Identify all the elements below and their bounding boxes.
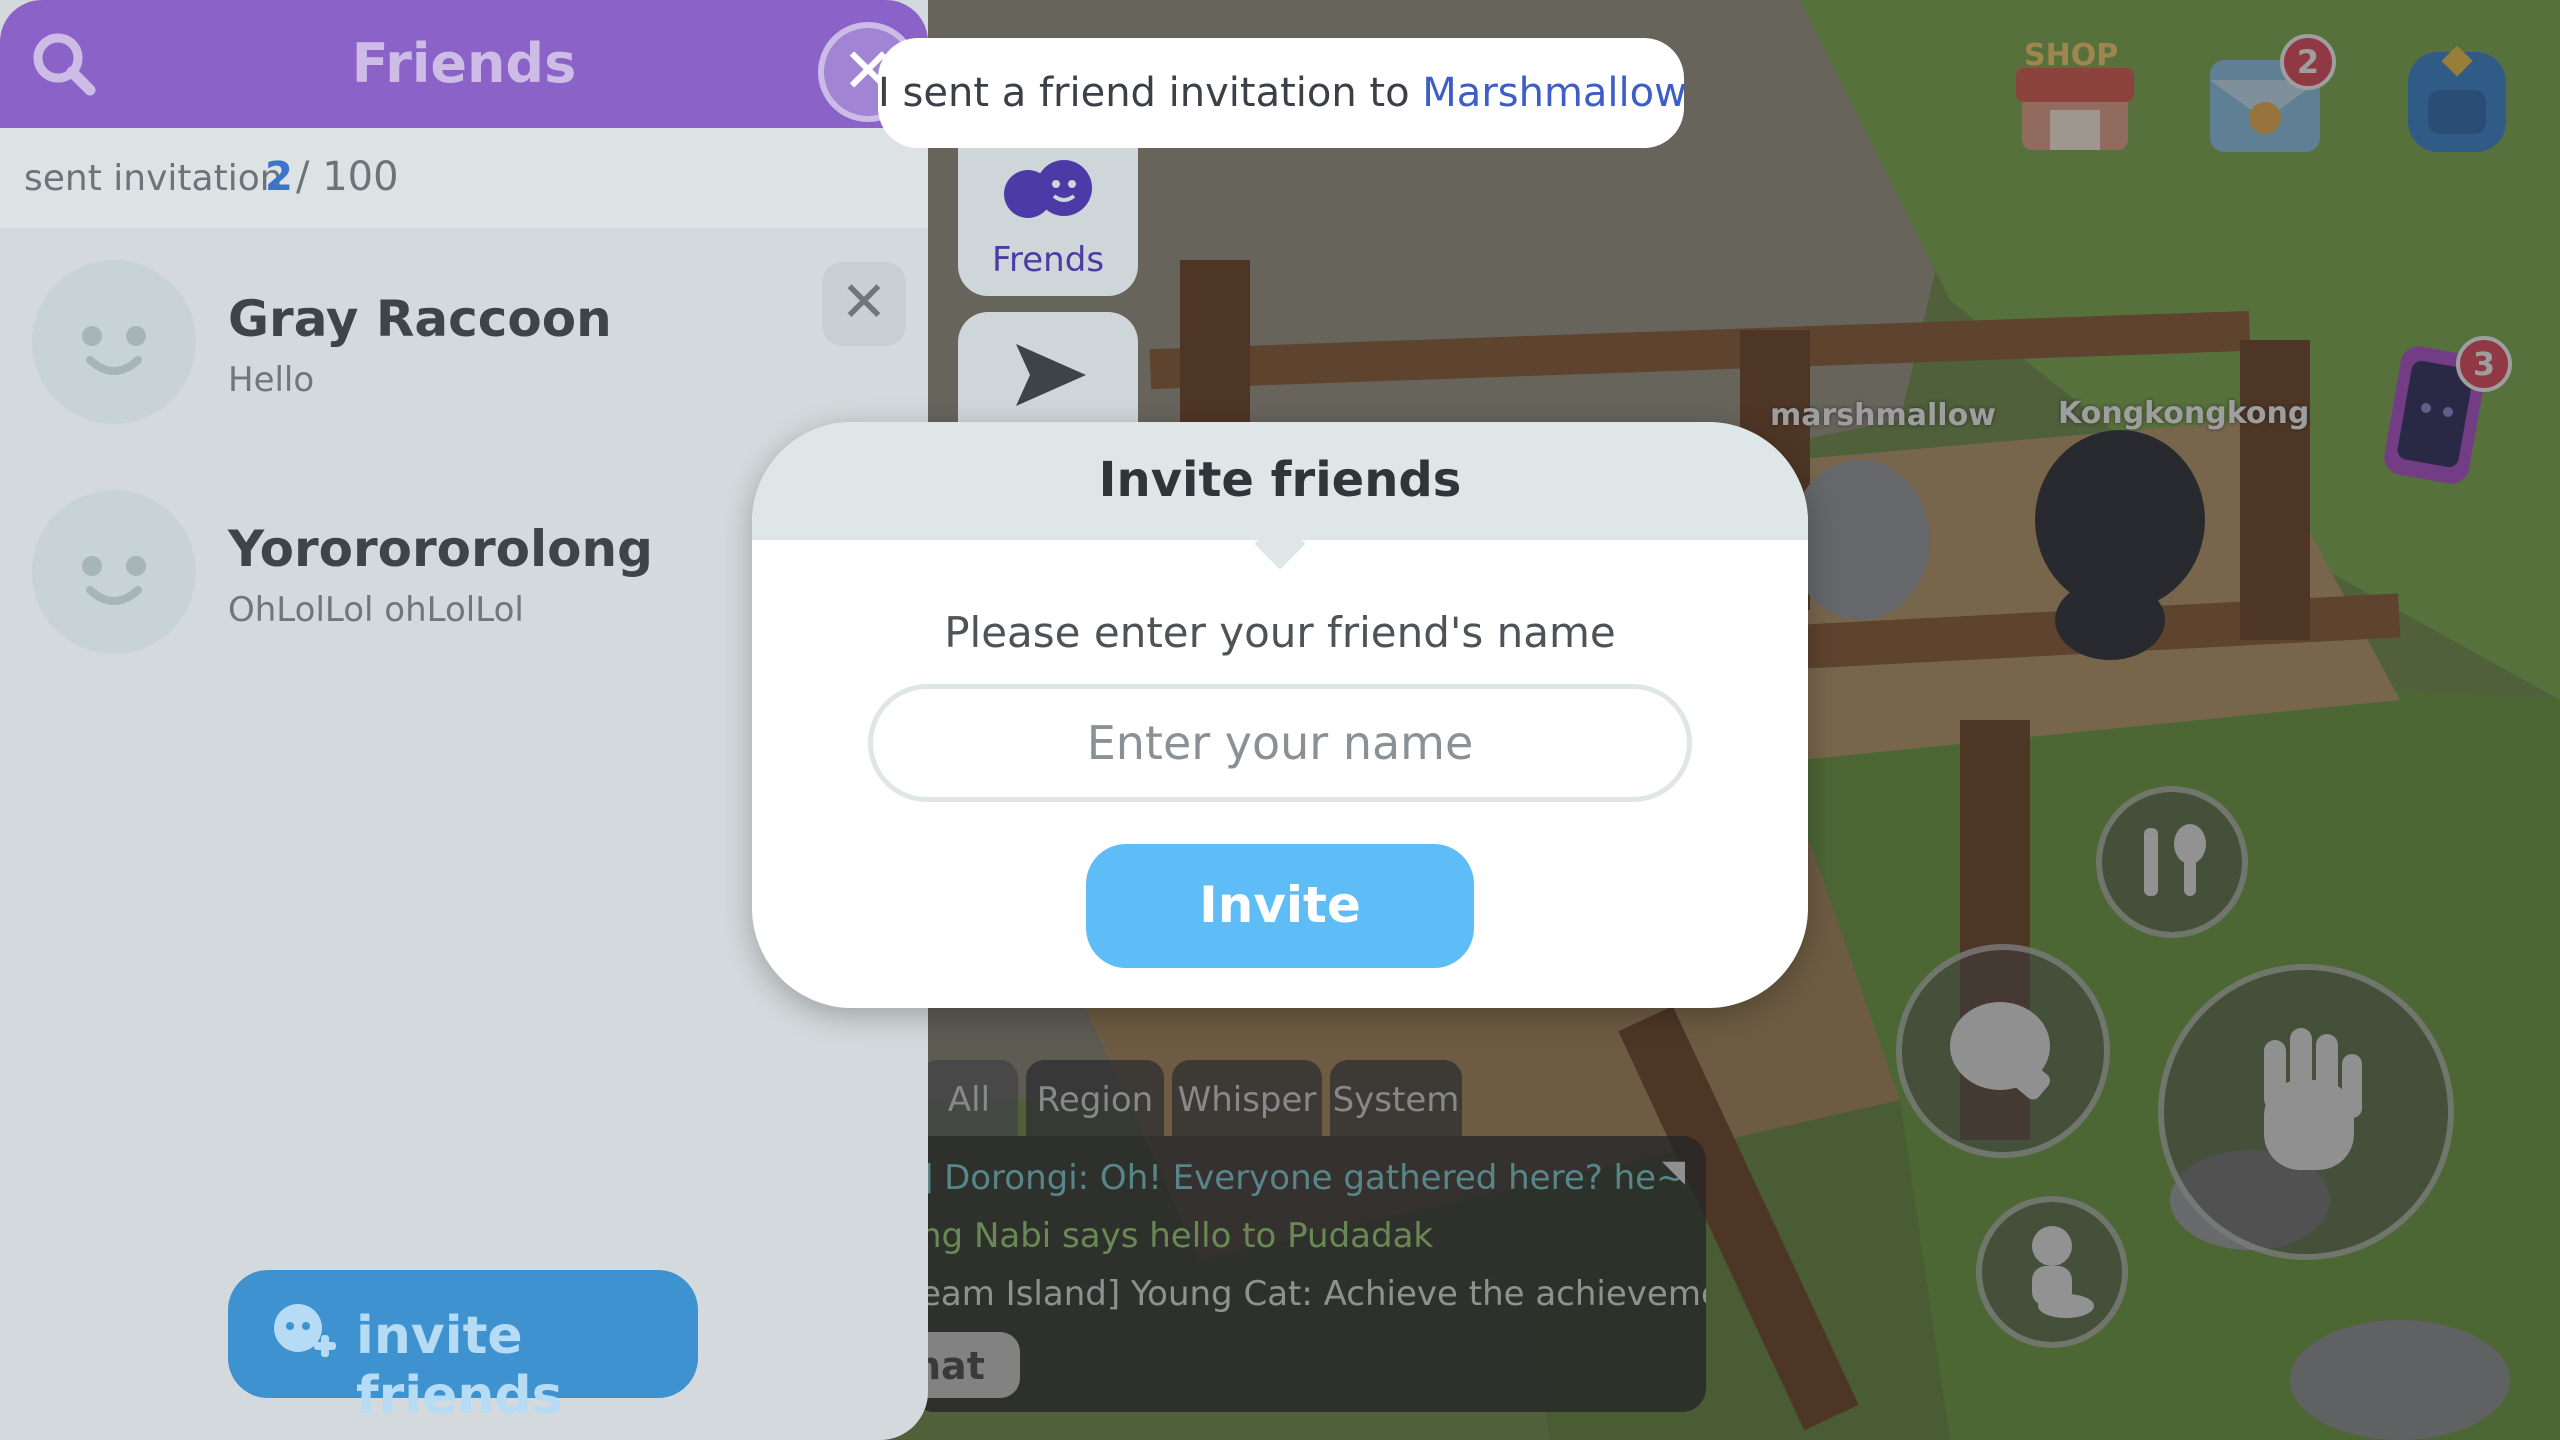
invite-count-label: sent invitation xyxy=(24,158,283,199)
tab-friends-label: Frends xyxy=(991,240,1105,280)
smiley-avatar-icon xyxy=(82,556,146,605)
friend-name: Yororororolong xyxy=(228,520,653,578)
invite-friends-button[interactable]: invite friends xyxy=(228,1270,698,1426)
toast-message: I sent a friend invitation to Marshmallo… xyxy=(878,70,1687,116)
invite-button[interactable]: Invite xyxy=(1086,844,1474,968)
smiley-avatar-icon xyxy=(82,326,146,375)
invite-button-label: Invite xyxy=(1199,876,1361,934)
friend-status: OhLolLol ohLolLol xyxy=(228,590,524,630)
friends-icon xyxy=(1004,160,1092,218)
dialog-title: Invite friends xyxy=(1098,452,1462,508)
remove-friend-button[interactable]: ✕ xyxy=(822,262,906,346)
invite-count-total: / 100 xyxy=(296,154,399,200)
tab-friends[interactable]: Frends xyxy=(958,140,1138,296)
invite-count-row: sent invitation 2 / 100 xyxy=(0,128,928,228)
friend-name-input[interactable] xyxy=(868,684,1692,802)
toast-target-name: Marshmallow xyxy=(1422,70,1687,116)
dialog-prompt: Please enter your friend's name xyxy=(944,608,1616,657)
invite-friends-dialog: Invite friends Please enter your friend'… xyxy=(752,422,1808,1008)
friend-name: Gray Raccoon xyxy=(228,290,612,348)
send-icon xyxy=(1016,344,1086,406)
friends-panel-title: Friends xyxy=(351,32,577,95)
avatar xyxy=(32,260,196,424)
friends-panel-header: Friends ✕ xyxy=(0,0,928,128)
invite-friends-label: invite friends xyxy=(356,1306,563,1426)
toast-notification: I sent a friend invitation to Marshmallo… xyxy=(878,38,1687,148)
friend-status: Hello xyxy=(228,360,315,400)
add-friend-icon xyxy=(274,1304,336,1357)
tab-send[interactable] xyxy=(958,312,1138,422)
close-icon: ✕ xyxy=(840,270,888,335)
invite-count-value: 2 xyxy=(265,154,293,200)
avatar xyxy=(32,490,196,654)
friend-list-item[interactable]: Gray Raccoon Hello ✕ xyxy=(0,232,928,452)
toast-prefix: I sent a friend invitation to xyxy=(878,70,1423,116)
